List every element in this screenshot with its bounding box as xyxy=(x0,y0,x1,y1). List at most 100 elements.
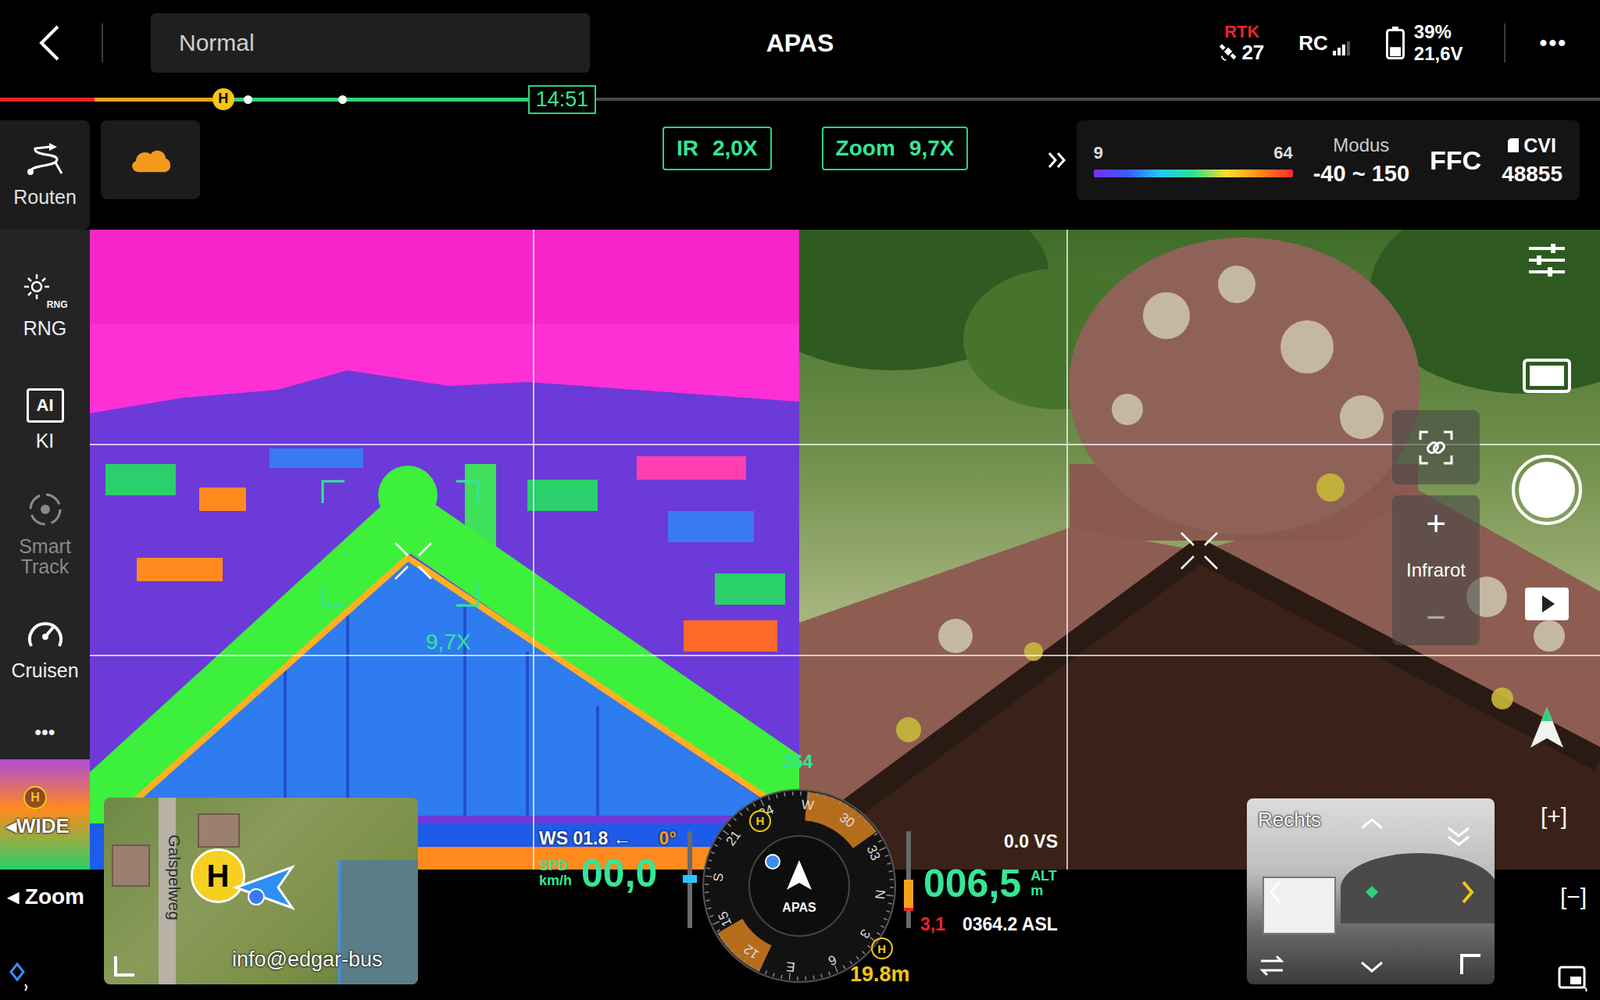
compass-tick xyxy=(805,976,807,981)
map-building xyxy=(197,813,240,848)
map-building xyxy=(111,844,150,887)
compass-mark: 6 xyxy=(825,951,839,968)
focus-frame-icon xyxy=(321,479,480,608)
home-distance-value: 19.8m xyxy=(850,962,911,987)
rc-label: RC xyxy=(1298,31,1329,56)
sidebar-item[interactable]: RNGRNG xyxy=(0,248,90,363)
screen-title: APAS xyxy=(750,28,850,58)
compass-tick xyxy=(721,935,725,940)
compass-tick xyxy=(739,812,743,816)
home-direction-icon xyxy=(750,810,771,832)
compass-tick xyxy=(757,967,760,972)
wide-lens-button[interactable]: ◂WIDE xyxy=(6,814,70,839)
camera-tools xyxy=(1511,242,1583,751)
compass-mark: 33 xyxy=(863,842,883,863)
expand-map-icon[interactable] xyxy=(113,953,137,978)
fpv-camera-view[interactable]: Rechts xyxy=(1246,798,1495,985)
sidebar-label: Cruisen xyxy=(10,660,79,681)
rtk-status[interactable]: RTK 27 xyxy=(1219,22,1265,65)
rc-signal[interactable]: RC xyxy=(1298,31,1352,56)
zoom-badge[interactable]: Zoom9,7X xyxy=(821,126,969,171)
compass-tick xyxy=(869,825,873,829)
compass[interactable]: N36E1215S2124W3033HAPAS xyxy=(701,788,897,984)
battery-status[interactable]: 39%21,6V xyxy=(1385,21,1464,65)
vertical-speed: 0.0 VS xyxy=(1003,831,1058,853)
speed-units: SPDkm/h xyxy=(539,858,572,889)
down-chevron-icon[interactable] xyxy=(1360,960,1384,974)
mode-label: Modus xyxy=(1332,134,1390,157)
camera-views: RNGRNGAIKISmart TrackCruisen•••H◂WIDE9,7… xyxy=(0,229,1600,870)
back-icon[interactable] xyxy=(37,23,61,63)
compass-tick xyxy=(710,914,715,918)
shutter-button[interactable] xyxy=(1511,454,1583,525)
speed-readout: WS 01.8 ←0°SPDkm/h00,0 xyxy=(539,828,677,893)
home-icon: H xyxy=(871,937,893,960)
compass-tick xyxy=(796,976,799,981)
gauge-marker xyxy=(682,875,697,883)
zoom-in-button[interactable]: [+] xyxy=(1540,803,1568,830)
sidebar-item[interactable]: Cruisen xyxy=(0,590,90,705)
infrared-view[interactable]: 9,7X xyxy=(89,229,800,870)
fpv-label: Rechts xyxy=(1257,807,1322,833)
compass-tick xyxy=(705,900,710,902)
compass-tick xyxy=(815,792,818,797)
settings-sliders-icon[interactable] xyxy=(1527,242,1567,279)
grid-line xyxy=(89,654,800,657)
palette-range: 964 xyxy=(1093,142,1293,164)
weather-button[interactable] xyxy=(100,120,200,200)
zoom-camera-view[interactable] xyxy=(799,229,1600,870)
mode-range: -40 ~ 150 xyxy=(1313,160,1410,187)
speed-gauge xyxy=(687,831,693,929)
camera-image xyxy=(799,229,1600,870)
zoom-out-button[interactable]: [−] xyxy=(1560,883,1587,911)
swap-icon[interactable] xyxy=(1259,954,1285,977)
ir-zoom-badge[interactable]: IR2,0X xyxy=(662,126,772,171)
picture-in-picture-icon[interactable] xyxy=(1557,965,1590,993)
flight-mode-selector[interactable]: Normal xyxy=(150,13,590,73)
playback-icon[interactable] xyxy=(1523,585,1571,622)
right-chevron-icon[interactable] xyxy=(1461,880,1475,904)
smart-track-icon xyxy=(26,490,65,529)
diamond-icon[interactable] xyxy=(7,960,32,993)
compass-tick xyxy=(828,971,831,976)
altitude-readout: 006,5ALTm xyxy=(923,864,1058,904)
expand-chevron-icon[interactable] xyxy=(1046,151,1068,169)
sidebar-item[interactable]: AIKI xyxy=(0,362,90,477)
rng-badge: RNG xyxy=(46,299,68,311)
link-button[interactable] xyxy=(1392,410,1480,485)
up-chevron-icon[interactable] xyxy=(1360,817,1384,830)
compass-label: APAS xyxy=(782,900,817,915)
compass-tick xyxy=(714,844,718,847)
left-chevron-icon[interactable] xyxy=(1268,880,1282,904)
expand-icon[interactable] xyxy=(1459,953,1483,977)
compass-mark: S xyxy=(710,871,727,883)
watermark: info@edgar-bus xyxy=(232,947,383,972)
compass-tick xyxy=(813,975,815,980)
camera-source-label[interactable]: Infrarot xyxy=(1406,559,1466,582)
compass-tick xyxy=(765,970,768,975)
sidebar-item[interactable]: Smart Track xyxy=(0,476,90,591)
zoom-plus-button[interactable]: + xyxy=(1425,506,1447,541)
routes-button[interactable]: Routen xyxy=(0,120,90,230)
compass-tick xyxy=(753,803,756,807)
palette-scale[interactable]: 964 xyxy=(1093,142,1293,178)
mini-map[interactable]: GalspelwegHinfo@edgar-bus xyxy=(103,797,418,985)
double-down-chevron-icon[interactable] xyxy=(1446,825,1471,849)
navigation-arrow-icon[interactable] xyxy=(1527,703,1567,751)
compass-tick xyxy=(821,974,823,979)
crosshair-icon xyxy=(1179,531,1219,571)
toolbar: Routen IR2,0X Zoom9,7X 964 Modus -40 ~ 150 FFC… xyxy=(0,112,1600,230)
compass-tick xyxy=(824,795,825,800)
temperature-mode[interactable]: Modus -40 ~ 150 xyxy=(1313,134,1410,187)
compass-mark: 15 xyxy=(714,909,735,929)
compass-tick xyxy=(878,839,882,843)
ffc-button[interactable]: FFC xyxy=(1429,145,1482,176)
compass-tick xyxy=(750,963,754,968)
zoom-minus-button[interactable]: − xyxy=(1425,600,1447,635)
zoom-button[interactable]: ◂ Zoom xyxy=(7,883,85,910)
frame-mode-icon[interactable] xyxy=(1521,357,1572,394)
ai-badge: AI xyxy=(36,395,54,416)
more-button[interactable]: ••• xyxy=(1539,30,1568,56)
compass-tick xyxy=(885,910,890,912)
sidebar-item[interactable]: ••• xyxy=(0,704,90,760)
